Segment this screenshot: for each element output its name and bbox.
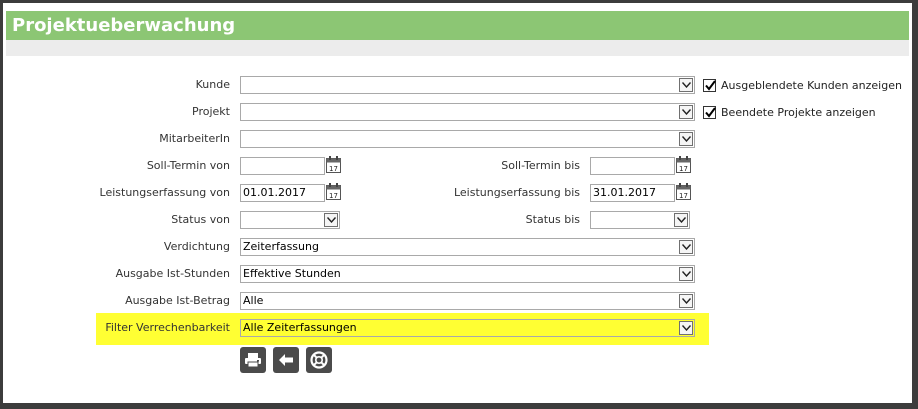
- leistung-von-input[interactable]: 01.01.2017: [240, 184, 325, 202]
- back-arrow-icon: [279, 354, 293, 366]
- soll-von-label: Soll-Termin von: [146, 159, 230, 172]
- mitarbeiter-select[interactable]: [240, 130, 695, 148]
- hidden-customers-label: Ausgeblendete Kunden anzeigen: [721, 79, 902, 92]
- calendar-day-label: 17: [679, 192, 688, 200]
- leistung-bis-label: Leistungserfassung bis: [453, 186, 580, 199]
- verrechenbarkeit-label: Filter Verrechenbarkeit: [105, 321, 230, 334]
- kunde-label: Kunde: [195, 78, 230, 91]
- verrechenbarkeit-value: Alle Zeiterfassungen: [243, 321, 357, 334]
- projekt-select[interactable]: [240, 103, 695, 121]
- status-von-select[interactable]: [240, 211, 340, 229]
- back-button[interactable]: [273, 347, 299, 373]
- finished-projects-checkbox[interactable]: [703, 106, 716, 119]
- help-button[interactable]: [306, 347, 332, 373]
- calendar-icon[interactable]: 17: [676, 183, 691, 200]
- calendar-icon[interactable]: 17: [676, 156, 691, 173]
- calendar-day-label: 17: [329, 165, 338, 173]
- verdichtung-value: Zeiterfassung: [243, 240, 319, 253]
- calendar-day-label: 17: [679, 165, 688, 173]
- ist-stunden-value: Effektive Stunden: [243, 267, 341, 280]
- chevron-down-icon[interactable]: [679, 105, 693, 119]
- calendar-day-label: 17: [329, 192, 338, 200]
- ist-stunden-select[interactable]: Effektive Stunden: [240, 265, 695, 283]
- soll-bis-input[interactable]: [590, 157, 675, 175]
- leistung-bis-input[interactable]: 31.01.2017: [590, 184, 675, 202]
- kunde-select[interactable]: [240, 76, 695, 94]
- finished-projects-label: Beendete Projekte anzeigen: [721, 106, 876, 119]
- chevron-down-icon[interactable]: [324, 213, 338, 227]
- calendar-icon[interactable]: 17: [326, 156, 341, 173]
- ist-stunden-label: Ausgabe Ist-Stunden: [115, 267, 230, 280]
- mitarbeiter-label: MitarbeiterIn: [159, 132, 230, 145]
- ist-betrag-value: Alle: [243, 294, 264, 307]
- print-icon: [245, 353, 261, 368]
- verdichtung-select[interactable]: Zeiterfassung: [240, 238, 695, 256]
- chevron-down-icon[interactable]: [679, 267, 693, 281]
- chevron-down-icon[interactable]: [679, 78, 693, 92]
- hidden-customers-checkbox[interactable]: [703, 79, 716, 92]
- chevron-down-icon[interactable]: [674, 213, 688, 227]
- leistung-von-label: Leistungserfassung von: [99, 186, 230, 199]
- soll-bis-label: Soll-Termin bis: [501, 159, 580, 172]
- calendar-icon[interactable]: 17: [326, 183, 341, 200]
- chevron-down-icon[interactable]: [679, 132, 693, 146]
- chevron-down-icon[interactable]: [679, 240, 693, 254]
- status-von-label: Status von: [171, 213, 230, 226]
- ist-betrag-select[interactable]: Alle: [240, 292, 695, 310]
- status-bis-label: Status bis: [525, 213, 580, 226]
- status-bis-select[interactable]: [590, 211, 690, 229]
- print-button[interactable]: [240, 347, 266, 373]
- title-subbar: [6, 40, 909, 56]
- verrechenbarkeit-select[interactable]: Alle Zeiterfassungen: [240, 319, 695, 337]
- soll-von-input[interactable]: [240, 157, 325, 175]
- projekt-label: Projekt: [192, 105, 230, 118]
- chevron-down-icon[interactable]: [679, 321, 693, 335]
- chevron-down-icon[interactable]: [679, 294, 693, 308]
- ist-betrag-label: Ausgabe Ist-Betrag: [125, 294, 230, 307]
- page-title: Projektueberwachung: [6, 11, 909, 40]
- help-lifebuoy-icon: [310, 351, 328, 369]
- verdichtung-label: Verdichtung: [163, 240, 230, 253]
